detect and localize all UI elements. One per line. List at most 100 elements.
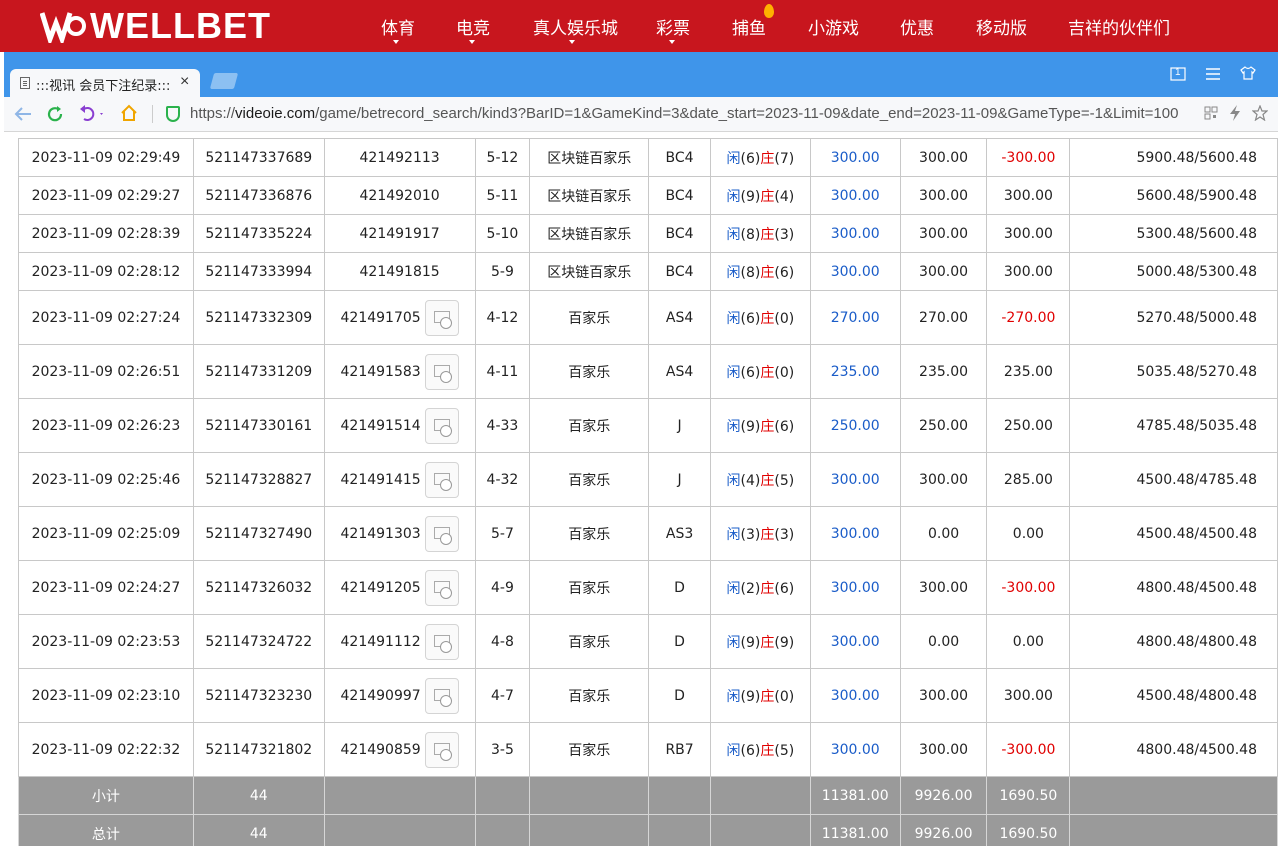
table-row: 2023-11-09 02:23:53 521147324722 421491112… xyxy=(18,614,1278,669)
player-points: (8) xyxy=(740,226,761,243)
player-label: 闲 xyxy=(726,742,741,759)
table-code-cell: BC4 xyxy=(648,252,711,291)
game-type-cell: 区块链百家乐 xyxy=(529,138,650,177)
banker-points: (5) xyxy=(774,472,795,489)
balance-cell: 4500.48/4785.48 xyxy=(1069,452,1278,507)
new-tab-button[interactable] xyxy=(209,73,239,89)
bet-id-cell: 521147337689 xyxy=(192,138,325,177)
game-type-cell: 区块链百家乐 xyxy=(529,214,650,253)
game-type-cell: 百家乐 xyxy=(529,452,650,507)
chevron-down-icon xyxy=(569,40,575,44)
video-replay-icon[interactable] xyxy=(424,731,459,768)
shoe-cell: 4-9 xyxy=(474,560,531,615)
player-label: 闲 xyxy=(726,418,741,435)
table-code-cell: D xyxy=(648,614,711,669)
round-id: 421491917 xyxy=(359,225,440,242)
result-cell: 闲(6)庄(7) xyxy=(709,138,811,177)
bet-amount-cell: 300.00 xyxy=(809,252,901,291)
valid-bet-cell: 300.00 xyxy=(899,176,988,215)
bet-id-cell: 521147333994 xyxy=(192,252,325,291)
tab-title: :::视讯 会员下注纪录::: xyxy=(36,79,171,94)
url-input[interactable]: https://videoie.com/game/betrecord_searc… xyxy=(190,105,1202,122)
empty-cell xyxy=(529,776,650,815)
close-icon[interactable]: × xyxy=(180,73,189,91)
round-id-cell: 421492010 xyxy=(323,176,476,215)
nav-lottery[interactable]: 彩票 xyxy=(656,14,690,39)
video-replay-icon[interactable] xyxy=(424,623,459,660)
banker-label: 庄 xyxy=(760,742,775,759)
table-row: 2023-11-09 02:24:27 521147326032 421491205… xyxy=(18,560,1278,615)
star-icon[interactable] xyxy=(1252,105,1268,121)
lightning-icon[interactable] xyxy=(1229,105,1241,121)
shirt-icon[interactable] xyxy=(1240,66,1256,80)
nav-mini-games[interactable]: 小游戏 xyxy=(808,14,859,39)
balance-cell: 4800.48/4500.48 xyxy=(1069,722,1278,777)
shoe-cell: 4-33 xyxy=(474,398,531,453)
banker-points: (0) xyxy=(774,310,795,327)
win-loss-cell: 300.00 xyxy=(986,176,1071,215)
round-id: 421491514 xyxy=(340,417,421,434)
back-icon[interactable] xyxy=(14,106,32,122)
result-cell: 闲(9)庄(0) xyxy=(709,668,811,723)
round-id-cell: 421491514 xyxy=(323,398,476,453)
win-loss-cell: 285.00 xyxy=(986,452,1071,507)
qr-code-icon[interactable] xyxy=(1204,106,1218,120)
round-id-cell: 421491917 xyxy=(323,214,476,253)
player-label: 闲 xyxy=(726,150,741,167)
bet-amount-cell: 250.00 xyxy=(809,398,901,453)
chevron-down-icon xyxy=(469,40,475,44)
menu-icon[interactable] xyxy=(1206,68,1220,80)
balance-cell: 4500.48/4800.48 xyxy=(1069,668,1278,723)
result-cell: 闲(4)庄(5) xyxy=(709,452,811,507)
video-replay-icon[interactable] xyxy=(424,353,459,390)
win-loss-cell: -300.00 xyxy=(986,138,1071,177)
nav-promotions[interactable]: 优惠 xyxy=(900,14,934,39)
balance-cell: 4785.48/5035.48 xyxy=(1069,398,1278,453)
table-code-cell: J xyxy=(648,452,711,507)
bet-id-cell: 521147324722 xyxy=(192,614,325,669)
nav-fishing[interactable]: 捕鱼 xyxy=(732,14,766,39)
browser-tab[interactable]: :::视讯 会员下注纪录::: × xyxy=(10,69,200,97)
bet-time-cell: 2023-11-09 02:26:23 xyxy=(18,398,194,453)
round-id-cell: 421491205 xyxy=(323,560,476,615)
balance-cell: 5600.48/5900.48 xyxy=(1069,176,1278,215)
table-code-cell: BC4 xyxy=(648,176,711,215)
undo-icon[interactable] xyxy=(78,105,106,123)
video-replay-icon[interactable] xyxy=(424,461,459,498)
table-code-cell: BC4 xyxy=(648,214,711,253)
wellbet-logo-icon xyxy=(40,12,86,43)
player-points: (9) xyxy=(740,418,761,435)
banker-label: 庄 xyxy=(760,150,775,167)
game-type-cell: 百家乐 xyxy=(529,560,650,615)
bet-id-cell: 521147335224 xyxy=(192,214,325,253)
shoe-cell: 4-12 xyxy=(474,290,531,345)
video-replay-icon[interactable] xyxy=(424,299,459,336)
banker-label: 庄 xyxy=(760,310,775,327)
total-row: 总计 44 11381.00 9926.00 1690.50 xyxy=(18,814,1278,846)
summary-valid: 9926.00 xyxy=(899,776,988,815)
browser-tabbar: :::视讯 会员下注纪录::: × 1 xyxy=(4,52,1278,97)
home-icon[interactable] xyxy=(120,104,138,122)
nav-partners[interactable]: 吉祥的伙伴们 xyxy=(1068,14,1170,39)
bet-time-cell: 2023-11-09 02:26:51 xyxy=(18,344,194,399)
valid-bet-cell: 300.00 xyxy=(899,138,988,177)
player-points: (2) xyxy=(740,580,761,597)
video-replay-icon[interactable] xyxy=(424,569,459,606)
nav-live-casino[interactable]: 真人娱乐城 xyxy=(533,14,618,39)
nav-sports[interactable]: 体育 xyxy=(381,14,415,39)
video-replay-icon[interactable] xyxy=(424,515,459,552)
chevron-down-icon xyxy=(393,40,399,44)
table-code-cell: AS4 xyxy=(648,290,711,345)
round-id: 421491205 xyxy=(340,579,421,596)
shoe-cell: 5-12 xyxy=(474,138,531,177)
shoe-cell: 5-7 xyxy=(474,506,531,561)
nav-mobile[interactable]: 移动版 xyxy=(976,14,1027,39)
video-replay-icon[interactable] xyxy=(424,677,459,714)
subtotal-row: 小计 44 11381.00 9926.00 1690.50 xyxy=(18,776,1278,815)
nav-esports[interactable]: 电竞 xyxy=(456,14,490,39)
video-replay-icon[interactable] xyxy=(424,407,459,444)
site-logo[interactable]: WELLBET xyxy=(40,5,271,46)
refresh-icon[interactable] xyxy=(46,105,64,123)
round-id-cell: 421491415 xyxy=(323,452,476,507)
valid-bet-cell: 300.00 xyxy=(899,252,988,291)
